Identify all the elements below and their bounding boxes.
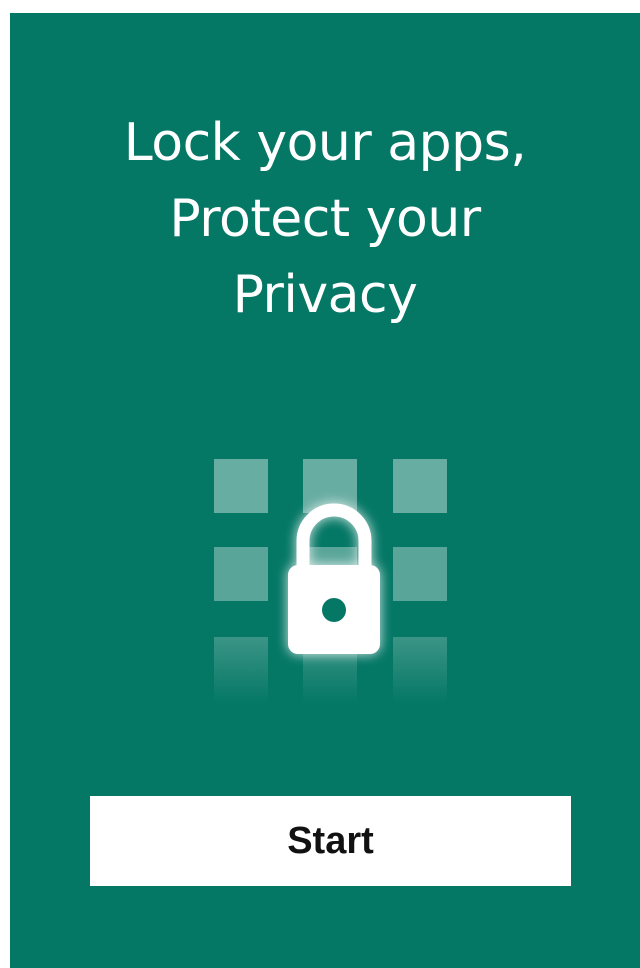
app-tile xyxy=(214,637,268,704)
start-button[interactable]: Start xyxy=(90,796,571,886)
app-grid-illustration xyxy=(214,459,447,704)
app-tile xyxy=(393,637,447,704)
headline-line-2: Protect your xyxy=(169,189,481,249)
app-tile xyxy=(214,459,268,513)
onboarding-screen: Lock your apps, Protect your Privacy Sta… xyxy=(10,13,640,968)
app-tile xyxy=(214,547,268,601)
lock-icon xyxy=(288,503,380,654)
headline-line-1: Lock your apps, xyxy=(123,113,527,173)
app-tile xyxy=(393,547,447,601)
headline: Lock your apps, Protect your Privacy xyxy=(10,105,640,333)
app-tile xyxy=(393,459,447,513)
headline-line-3: Privacy xyxy=(232,265,418,325)
